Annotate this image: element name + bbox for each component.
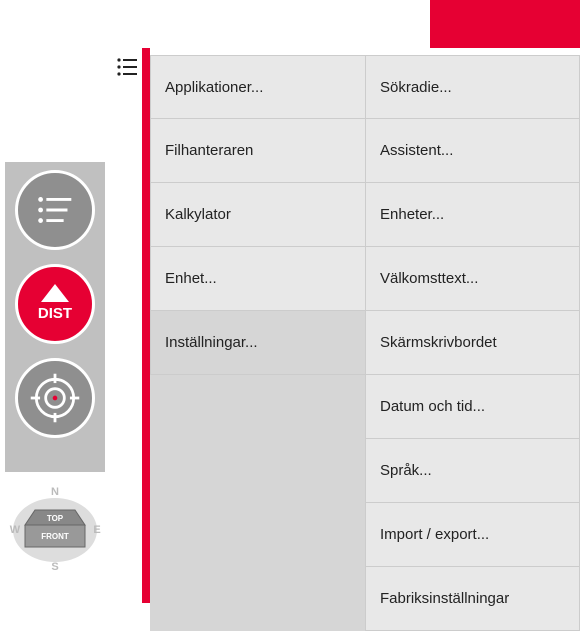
menu-item-skarmskrivbordet[interactable]: Skärmskrivbordet — [365, 311, 580, 375]
menu-item-label: Filhanteraren — [165, 142, 253, 159]
list-button[interactable] — [15, 170, 95, 250]
menu-item-label: Applikationer... — [165, 79, 263, 96]
menu-item-label: Enhet... — [165, 270, 217, 287]
list-indicator-icon — [115, 55, 140, 80]
menu-item-valkomsttext[interactable]: Välkomsttext... — [365, 247, 580, 311]
svg-text:E: E — [93, 524, 100, 536]
menu-item-label: Språk... — [380, 462, 432, 479]
menu-item-enheter[interactable]: Enheter... — [365, 183, 580, 247]
nav-cube[interactable]: TOP FRONT N S W E — [5, 475, 105, 575]
top-brand-bar — [430, 0, 580, 48]
menu-item-label: Assistent... — [380, 142, 453, 159]
menu-item-label: Kalkylator — [165, 206, 231, 223]
target-icon — [27, 370, 83, 426]
dist-label: DIST — [38, 305, 72, 322]
dist-button[interactable]: DIST — [15, 264, 95, 344]
menu-item-sokradie[interactable]: Sökradie... — [365, 55, 580, 119]
accent-strip — [142, 48, 150, 603]
menu-item-label: Enheter... — [380, 206, 444, 223]
menu-column-right: Sökradie... Assistent... Enheter... Välk… — [365, 55, 580, 631]
sidebar: DIST — [5, 162, 105, 472]
menu-panel: Applikationer... Filhanteraren Kalkylato… — [150, 55, 580, 631]
svg-text:S: S — [51, 561, 58, 573]
menu-item-label: Välkomsttext... — [380, 270, 478, 287]
menu-item-label: Skärmskrivbordet — [380, 334, 497, 351]
menu-item-label: Fabriksinställningar — [380, 590, 509, 607]
menu-item-label: Inställningar... — [165, 334, 258, 351]
menu-item-filhanteraren[interactable]: Filhanteraren — [150, 119, 365, 183]
menu-item-kalkylator[interactable]: Kalkylator — [150, 183, 365, 247]
svg-text:W: W — [10, 524, 21, 536]
menu-item-label: Sökradie... — [380, 79, 452, 96]
nav-cube-icon: TOP FRONT N S W E — [5, 475, 105, 575]
menu-item-installningar[interactable]: Inställningar... — [150, 311, 365, 375]
menu-spacer — [150, 375, 365, 631]
svg-text:FRONT: FRONT — [41, 532, 69, 541]
dist-icon: DIST — [25, 274, 85, 334]
menu-item-datum-och-tid[interactable]: Datum och tid... — [365, 375, 580, 439]
menu-item-label: Import / export... — [380, 526, 489, 543]
menu-item-applikationer[interactable]: Applikationer... — [150, 55, 365, 119]
svg-text:TOP: TOP — [47, 514, 64, 523]
target-button[interactable] — [15, 358, 95, 438]
menu-column-left: Applikationer... Filhanteraren Kalkylato… — [150, 55, 365, 631]
svg-text:N: N — [51, 486, 59, 498]
menu-item-import-export[interactable]: Import / export... — [365, 503, 580, 567]
menu-item-label: Datum och tid... — [380, 398, 485, 415]
menu-item-sprak[interactable]: Språk... — [365, 439, 580, 503]
menu-item-assistent[interactable]: Assistent... — [365, 119, 580, 183]
menu-item-fabriksinstallningar[interactable]: Fabriksinställningar — [365, 567, 580, 631]
list-icon — [31, 186, 79, 234]
menu-item-enhet[interactable]: Enhet... — [150, 247, 365, 311]
